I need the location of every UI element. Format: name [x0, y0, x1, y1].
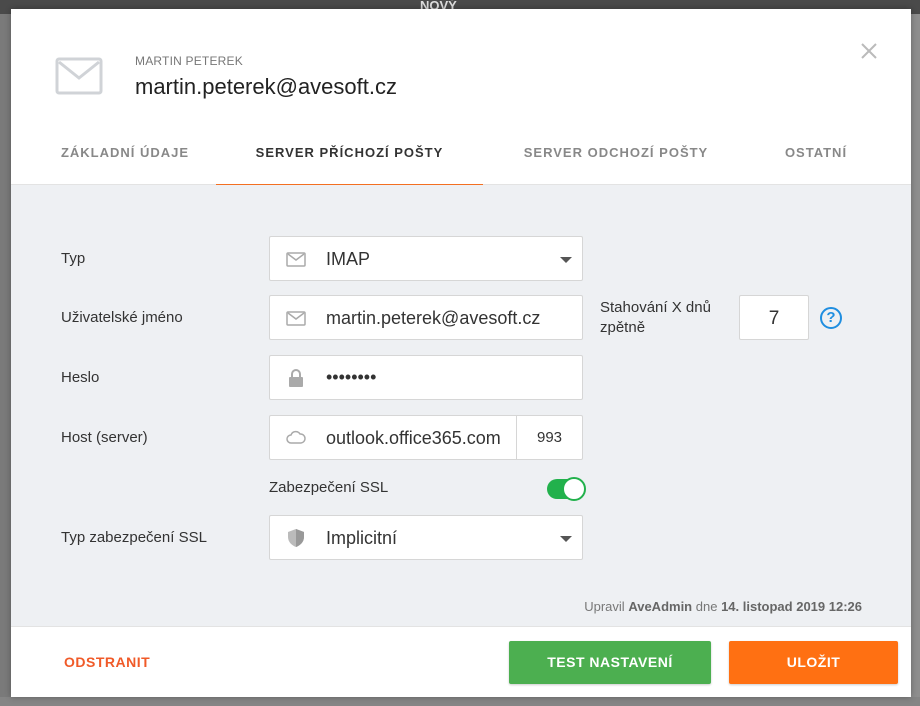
type-label: Typ — [61, 250, 86, 267]
password-value: •••••••• — [326, 367, 377, 387]
backdrop-edge-bottom — [0, 697, 920, 706]
delete-button[interactable]: ODSTRANIT — [64, 654, 150, 670]
settings-tabs: ZÁKLADNÍ ÚDAJE SERVER PŘÍCHOZÍ POŠTY SER… — [11, 127, 911, 186]
dialog-title: martin.peterek@avesoft.cz — [135, 74, 397, 99]
edit-info: Upravil AveAdmin dne 14. listopad 2019 1… — [584, 599, 862, 614]
download-days-label: Stahování X dnů zpětně — [600, 299, 711, 336]
save-button[interactable]: ULOŽIT — [729, 641, 898, 684]
incoming-server-form: Typ IMAP Uživatelské jméno martin.petere… — [11, 185, 911, 626]
host-field[interactable]: outlook.office365.com 993 — [269, 415, 583, 460]
account-owner-name: MARTIN PETEREK — [135, 54, 243, 68]
host-label: Host (server) — [61, 429, 148, 446]
edit-info-prefix: Upravil — [584, 599, 625, 614]
tab-outgoing-server[interactable]: SERVER ODCHOZÍ POŠTY — [506, 127, 726, 185]
shield-icon — [288, 529, 304, 547]
dialog-footer: ODSTRANIT TEST NASTAVENÍ ULOŽIT — [11, 626, 911, 697]
port-field[interactable]: 993 — [516, 416, 582, 459]
ssl-label: Zabezpečení SSL — [269, 479, 389, 496]
cloud-icon — [286, 430, 306, 444]
mail-icon — [286, 311, 306, 326]
close-icon[interactable] — [857, 39, 881, 63]
download-days-field[interactable]: 7 — [739, 295, 809, 340]
edit-info-middle: dne — [695, 599, 718, 614]
chevron-down-icon — [560, 257, 572, 263]
username-field[interactable]: martin.peterek@avesoft.cz — [269, 295, 583, 340]
tab-basic-info[interactable]: ZÁKLADNÍ ÚDAJE — [37, 127, 213, 185]
test-settings-button[interactable]: TEST NASTAVENÍ — [509, 641, 711, 684]
tab-other[interactable]: OSTATNÍ — [766, 127, 866, 185]
mailbox-settings-dialog: MARTIN PETEREK martin.peterek@avesoft.cz… — [11, 9, 911, 697]
chevron-down-icon — [560, 536, 572, 542]
username-value: martin.peterek@avesoft.cz — [326, 308, 541, 328]
help-icon[interactable]: ? — [820, 307, 842, 329]
mail-icon — [55, 57, 103, 95]
password-label: Heslo — [61, 369, 100, 386]
tab-incoming-server[interactable]: SERVER PŘÍCHOZÍ POŠTY — [216, 127, 483, 186]
mail-icon — [286, 252, 306, 267]
ssl-type-value: Implicitní — [326, 528, 398, 548]
lock-icon — [289, 369, 303, 387]
username-label: Uživatelské jméno — [61, 309, 183, 326]
ssl-type-select[interactable]: Implicitní — [269, 515, 583, 560]
edit-info-user: AveAdmin — [628, 599, 693, 614]
backdrop-edge — [911, 14, 920, 706]
ssl-type-label: Typ zabezpečení SSL — [61, 529, 207, 546]
password-field[interactable]: •••••••• — [269, 355, 583, 400]
toggle-knob — [562, 477, 586, 501]
ssl-toggle[interactable] — [547, 477, 586, 501]
dialog-header: MARTIN PETEREK martin.peterek@avesoft.cz — [11, 9, 911, 109]
host-value: outlook.office365.com — [326, 428, 501, 448]
edit-info-date: 14. listopad 2019 12:26 — [721, 599, 862, 614]
type-select[interactable]: IMAP — [269, 236, 583, 281]
type-value: IMAP — [326, 249, 371, 269]
